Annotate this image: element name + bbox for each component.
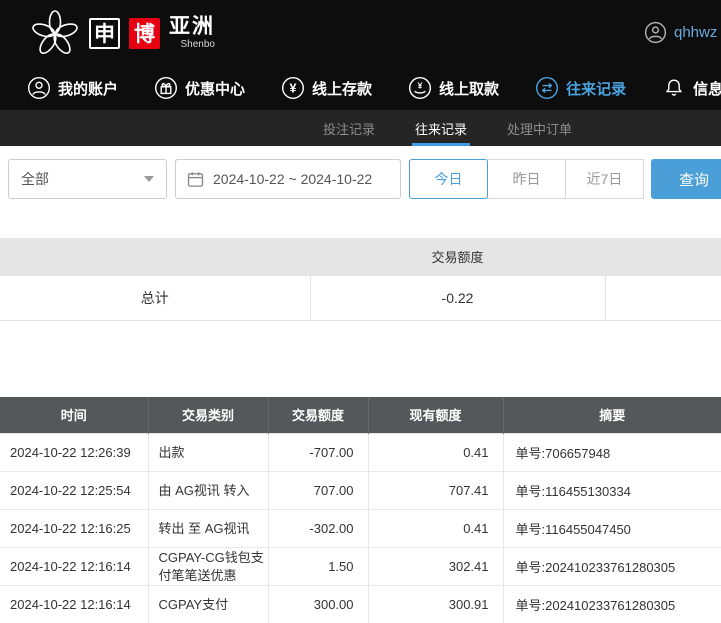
withdraw-hand-icon: ¥ <box>408 76 432 100</box>
cell-balance: 0.41 <box>367 433 504 472</box>
transaction-row: 2024-10-22 12:16:14 CGPAY支付 300.00 300.9… <box>0 585 721 623</box>
summary-total-label: 总计 <box>0 274 311 321</box>
logo[interactable]: 申 博 亚洲 Shenbo <box>30 8 215 58</box>
type-select-value: 全部 <box>21 171 49 187</box>
cell-type: 由 AG视讯 转入 <box>147 471 269 510</box>
logo-shen-box: 申 <box>89 17 120 49</box>
quick-date-buttons: 今日 昨日 近7日 <box>409 159 644 199</box>
cell-time: 2024-10-22 12:16:14 <box>0 547 149 586</box>
logo-region-text: 亚洲 <box>169 15 215 38</box>
subnav: 投注记录 往来记录 处理中订单 <box>0 110 721 146</box>
svg-text:¥: ¥ <box>290 82 297 96</box>
cell-type: CGPAY支付 <box>147 585 269 623</box>
cell-time: 2024-10-22 12:16:25 <box>0 509 149 548</box>
transaction-row: 2024-10-22 12:25:54 由 AG视讯 转入 707.00 707… <box>0 471 721 510</box>
nav-label: 信息 <box>693 80 721 98</box>
user-icon <box>27 76 51 100</box>
cell-amount: 707.00 <box>267 471 369 510</box>
cell-time: 2024-10-22 12:25:54 <box>0 471 149 510</box>
top-header: 申 博 亚洲 Shenbo qhhwz <box>0 0 721 66</box>
cell-balance: 302.41 <box>367 547 504 586</box>
deposit-coin-icon: ¥ <box>281 76 305 100</box>
cell-memo: 单号:202410233761280305 <box>502 585 721 623</box>
transactions-table: 时间 交易类别 交易额度 现有额度 摘要 2024-10-22 12:26:39… <box>0 396 721 623</box>
username: qhhwz <box>674 24 718 41</box>
logo-flower-icon <box>30 8 80 58</box>
yesterday-button[interactable]: 昨日 <box>487 159 566 199</box>
tab-transaction-records[interactable]: 往来记录 <box>411 110 470 146</box>
summary-total-value: -0.22 <box>309 274 606 321</box>
cell-amount: -302.00 <box>267 509 369 548</box>
transactions-header-row: 时间 交易类别 交易额度 现有额度 摘要 <box>0 396 721 434</box>
nav-label: 我的账户 <box>58 80 119 98</box>
summary-header-row: 交易额度 <box>0 238 721 275</box>
nav-label: 线上存款 <box>312 80 373 98</box>
tab-label: 处理中订单 <box>507 121 573 137</box>
cell-amount: 1.50 <box>267 547 369 586</box>
logo-bo-box: 博 <box>129 17 160 49</box>
bell-icon <box>662 76 686 100</box>
tab-processing-orders[interactable]: 处理中订单 <box>504 110 575 146</box>
summary-total-row: 总计 -0.22 <box>0 274 721 321</box>
cell-amount: -707.00 <box>267 433 369 472</box>
nav-item-online-deposit[interactable]: ¥ 线上存款 <box>281 76 372 100</box>
cell-memo: 单号:116455047450 <box>502 509 721 548</box>
cell-time: 2024-10-22 12:26:39 <box>0 433 149 472</box>
nav-item-my-account[interactable]: 我的账户 <box>27 76 118 100</box>
main-nav: 我的账户 优惠中心 ¥ 线上存款 ¥ 线上取款 往来记录 信息 <box>0 66 721 110</box>
chevron-down-icon <box>144 176 154 182</box>
cell-memo: 单号:116455130334 <box>502 471 721 510</box>
cell-type: 出款 <box>147 433 269 472</box>
col-header-balance: 现有额度 <box>368 396 504 434</box>
nav-item-transaction-records[interactable]: 往来记录 <box>535 76 626 100</box>
cell-balance: 300.91 <box>367 585 504 623</box>
summary-total-empty <box>604 274 721 321</box>
cell-amount: 300.00 <box>267 585 369 623</box>
summary-header-amount: 交易额度 <box>310 238 605 275</box>
transaction-row: 2024-10-22 12:16:14 CGPAY-CG钱包支付笔笔送优惠 1.… <box>0 547 721 586</box>
date-range-value: 2024-10-22 ~ 2024-10-22 <box>213 171 373 187</box>
nav-label: 往来记录 <box>566 80 627 98</box>
user-avatar-icon <box>644 21 667 44</box>
cell-balance: 0.41 <box>367 509 504 548</box>
cell-type: CGPAY-CG钱包支付笔笔送优惠 <box>147 547 269 586</box>
transfer-arrows-icon <box>535 76 559 100</box>
transaction-row: 2024-10-22 12:16:25 转出 至 AG视讯 -302.00 0.… <box>0 509 721 548</box>
col-header-type: 交易类别 <box>148 396 269 434</box>
cell-balance: 707.41 <box>367 471 504 510</box>
nav-item-promotions[interactable]: 优惠中心 <box>154 76 245 100</box>
nav-label: 线上取款 <box>439 80 500 98</box>
cell-type: 转出 至 AG视讯 <box>147 509 269 548</box>
user-account[interactable]: qhhwz <box>644 21 717 44</box>
summary-header-empty2 <box>605 238 721 275</box>
col-header-amount: 交易额度 <box>268 396 369 434</box>
last7days-button[interactable]: 近7日 <box>565 159 644 199</box>
logo-english-text: Shenbo <box>180 39 215 50</box>
calendar-icon <box>187 171 204 188</box>
date-range-input[interactable]: 2024-10-22 ~ 2024-10-22 <box>175 159 401 199</box>
summary-header-empty <box>0 238 310 275</box>
filter-bar: 全部 2024-10-22 ~ 2024-10-22 今日 昨日 近7日 查询 <box>0 146 721 212</box>
svg-text:¥: ¥ <box>418 81 423 91</box>
col-header-time: 时间 <box>0 396 149 434</box>
nav-item-online-withdrawal[interactable]: ¥ 线上取款 <box>408 76 499 100</box>
tab-label: 往来记录 <box>414 121 467 137</box>
search-button[interactable]: 查询 <box>651 159 721 199</box>
nav-label: 优惠中心 <box>185 80 246 98</box>
tab-betting-records[interactable]: 投注记录 <box>320 110 378 146</box>
col-header-memo: 摘要 <box>503 396 721 434</box>
summary-table: 交易额度 总计 -0.22 <box>0 238 721 321</box>
cell-memo: 单号:202410233761280305 <box>502 547 721 586</box>
transaction-row: 2024-10-22 12:26:39 出款 -707.00 0.41 单号:7… <box>0 433 721 472</box>
tab-label: 投注记录 <box>322 121 375 137</box>
today-button[interactable]: 今日 <box>409 159 488 199</box>
cell-memo: 单号:706657948 <box>502 433 721 472</box>
nav-item-messages[interactable]: 信息 <box>662 76 721 100</box>
cell-time: 2024-10-22 12:16:14 <box>0 585 149 623</box>
gift-icon <box>154 76 178 100</box>
type-select[interactable]: 全部 <box>8 159 167 199</box>
